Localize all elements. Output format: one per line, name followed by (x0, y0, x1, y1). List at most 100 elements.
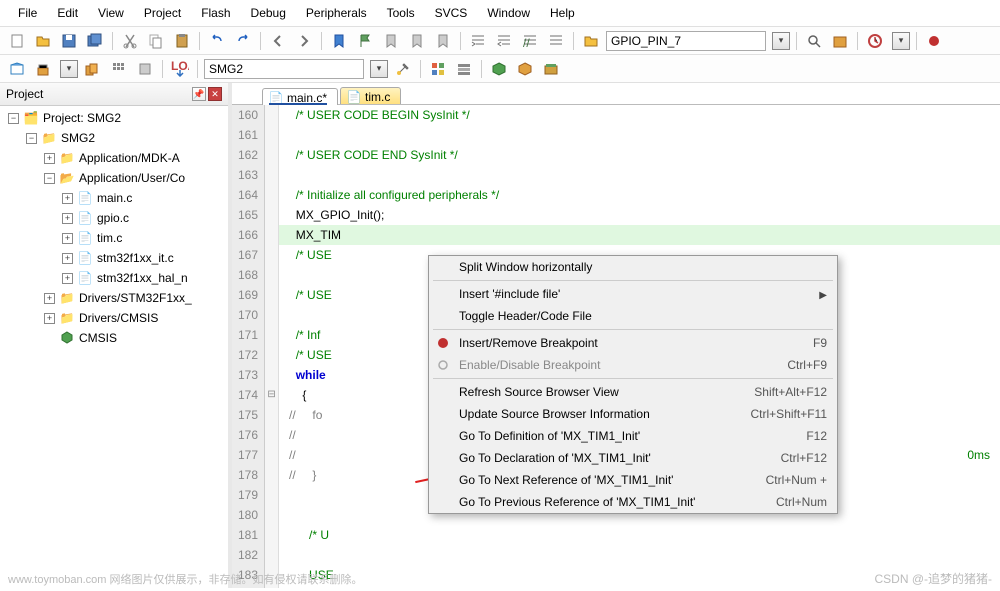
paste-icon[interactable] (171, 30, 193, 52)
ctx-item[interactable]: Go To Previous Reference of 'MX_TIM1_Ini… (429, 491, 837, 513)
outdent-icon[interactable] (493, 30, 515, 52)
debug-arrow-icon[interactable]: ▾ (892, 32, 910, 50)
load-folder-icon[interactable] (580, 30, 602, 52)
download-icon[interactable]: LOAD (169, 58, 191, 80)
folder-icon: 📁 (59, 310, 75, 326)
comment-icon[interactable]: // (519, 30, 541, 52)
stop-build-icon[interactable] (134, 58, 156, 80)
manage-icon[interactable] (427, 58, 449, 80)
cfile-icon: 📄 (77, 270, 93, 286)
indent-icon[interactable] (467, 30, 489, 52)
find-combo[interactable]: GPIO_PIN_7 (606, 31, 766, 51)
menu-file[interactable]: File (8, 2, 47, 24)
watermark-right: CSDN @-追梦的猪猪- (874, 570, 992, 587)
menu-debug[interactable]: Debug (241, 2, 296, 24)
project-tree[interactable]: −🗂️Project: SMG2 −📁SMG2 +📁Application/MD… (0, 106, 228, 350)
tab-main-c[interactable]: 📄 main.c* (262, 88, 338, 105)
clear-bookmark-icon[interactable] (432, 30, 454, 52)
target-combo-arrow[interactable]: ▾ (370, 60, 388, 78)
next-bookmark-icon[interactable] (406, 30, 428, 52)
fold-gutter[interactable]: ⊟ (265, 105, 279, 588)
menubar: File Edit View Project Flash Debug Perip… (0, 0, 1000, 27)
find-combo-arrow[interactable]: ▾ (772, 32, 790, 50)
book-stack-icon[interactable] (540, 58, 562, 80)
line-number-gutter: 1601611621631641651661671681691701711721… (232, 105, 265, 588)
tree-file[interactable]: +📄stm32f1xx_it.c (4, 248, 224, 268)
target-combo[interactable]: SMG2 (204, 59, 364, 79)
tree-group[interactable]: +📁Drivers/STM32F1xx_ (4, 288, 224, 308)
tree-group[interactable]: −📂Application/User/Co (4, 168, 224, 188)
tree-cmsis[interactable]: CMSIS (4, 328, 224, 348)
rte-icon[interactable] (514, 58, 536, 80)
pkg-icon[interactable] (829, 30, 851, 52)
build-icon[interactable] (32, 58, 54, 80)
tree-root[interactable]: −🗂️Project: SMG2 (4, 108, 224, 128)
save-all-icon[interactable] (84, 30, 106, 52)
menu-flash[interactable]: Flash (191, 2, 240, 24)
tree-file[interactable]: +📄gpio.c (4, 208, 224, 228)
cfile-icon: 📄 (77, 210, 93, 226)
new-file-icon[interactable] (6, 30, 28, 52)
ctx-item[interactable]: Update Source Browser InformationCtrl+Sh… (429, 403, 837, 425)
tree-file[interactable]: +📄main.c (4, 188, 224, 208)
panel-close-icon[interactable]: ✕ (208, 87, 222, 101)
ctx-item[interactable]: Insert '#include file'▶ (429, 283, 837, 305)
cut-icon[interactable] (119, 30, 141, 52)
tree-file[interactable]: +📄stm32f1xx_hal_n (4, 268, 224, 288)
menu-view[interactable]: View (88, 2, 134, 24)
watermark-left: www.toymoban.com 网络图片仅供展示，非存储。如有侵权请联系删除。 (8, 571, 362, 587)
ctx-item[interactable]: Go To Definition of 'MX_TIM1_Init'F12 (429, 425, 837, 447)
workspace-icon: 🗂️ (23, 110, 39, 126)
cfile-icon: 📄 (77, 230, 93, 246)
tab-tim-c[interactable]: 📄 tim.c (340, 87, 401, 104)
component-icon (59, 330, 75, 346)
target-icon: 📁 (41, 130, 57, 146)
menu-tools[interactable]: Tools (377, 2, 425, 24)
ctx-item[interactable]: Refresh Source Browser ViewShift+Alt+F12 (429, 381, 837, 403)
open-icon[interactable] (32, 30, 54, 52)
undo-icon[interactable] (206, 30, 228, 52)
redo-icon[interactable] (232, 30, 254, 52)
tree-group[interactable]: +📁Application/MDK-A (4, 148, 224, 168)
rebuild-icon[interactable] (82, 58, 104, 80)
folder-icon: 📁 (59, 150, 75, 166)
batch-build-icon[interactable] (108, 58, 130, 80)
cfile-icon: 📄 (77, 190, 93, 206)
prev-bookmark-icon[interactable] (380, 30, 402, 52)
menu-peripherals[interactable]: Peripherals (296, 2, 377, 24)
copy-icon[interactable] (145, 30, 167, 52)
project-panel: Project 📌 ✕ −🗂️Project: SMG2 −📁SMG2 +📁Ap… (0, 83, 232, 588)
options-icon[interactable] (392, 58, 414, 80)
nav-fwd-icon[interactable] (293, 30, 315, 52)
bookmark-icon[interactable] (328, 30, 350, 52)
ctx-item[interactable]: Go To Declaration of 'MX_TIM1_Init'Ctrl+… (429, 447, 837, 469)
tree-group[interactable]: +📁Drivers/CMSIS (4, 308, 224, 328)
panel-pin-icon[interactable]: 📌 (192, 87, 206, 101)
menu-window[interactable]: Window (477, 2, 540, 24)
build-arrow[interactable]: ▾ (60, 60, 78, 78)
file-icon: 📄 (347, 90, 361, 104)
uncomment-icon[interactable] (545, 30, 567, 52)
menu-project[interactable]: Project (134, 2, 191, 24)
translate-icon[interactable] (6, 58, 28, 80)
nav-back-icon[interactable] (267, 30, 289, 52)
menu-help[interactable]: Help (540, 2, 585, 24)
tree-file[interactable]: +📄tim.c (4, 228, 224, 248)
menu-edit[interactable]: Edit (47, 2, 88, 24)
ctx-item[interactable]: Go To Next Reference of 'MX_TIM1_Init'Ct… (429, 469, 837, 491)
flag-icon[interactable] (354, 30, 376, 52)
record-icon[interactable] (923, 30, 945, 52)
pack-icon[interactable] (488, 58, 510, 80)
project-panel-title: Project (6, 87, 43, 101)
tab-bar: 📄 main.c* 📄 tim.c (232, 83, 1000, 105)
ctx-item[interactable]: Insert/Remove BreakpointF9 (429, 332, 837, 354)
toolbar-build: ▾ LOAD SMG2 ▾ (0, 55, 1000, 83)
file-ext-icon[interactable] (453, 58, 475, 80)
ctx-item[interactable]: Split Window horizontally (429, 256, 837, 278)
menu-svcs[interactable]: SVCS (425, 2, 478, 24)
save-icon[interactable] (58, 30, 80, 52)
debug-icon[interactable] (864, 30, 886, 52)
ctx-item[interactable]: Toggle Header/Code File (429, 305, 837, 327)
find-icon[interactable] (803, 30, 825, 52)
tree-target[interactable]: −📁SMG2 (4, 128, 224, 148)
